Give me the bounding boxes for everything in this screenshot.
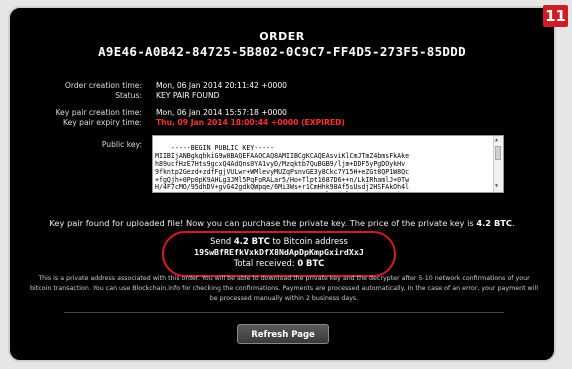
purchase-price: 4.2 BTC: [476, 218, 513, 228]
scroll-down-icon[interactable]: ▼: [495, 183, 498, 191]
order-heading: ORDER: [259, 30, 305, 43]
purchase-message: Key pair found for uploaded file! Now yo…: [10, 218, 554, 228]
info-label: Status:: [115, 91, 142, 100]
received-line: Total received: 0 BTC: [167, 258, 391, 269]
public-key-label: Public key:: [101, 140, 142, 149]
send-suffix: to Bitcoin address: [269, 236, 348, 246]
divider: [64, 312, 504, 313]
info-label: Key pair expiry time:: [62, 118, 142, 127]
info-value: KEY PAIR FOUND: [156, 91, 220, 100]
info-label: Order creation time:: [64, 81, 142, 90]
public-key-textarea[interactable]: -----BEGIN PUBLIC KEY----- MIIBIjANBgkqh…: [152, 135, 504, 193]
refresh-page-button[interactable]: Refresh Page: [237, 324, 329, 344]
send-prefix: Send: [210, 236, 234, 246]
bitcoin-payment-box: Send 4.2 BTC to Bitcoin address 19SwBfRE…: [167, 236, 391, 273]
bitcoin-address[interactable]: 19SwBfREfkVxkDfX8NdApDpKmpGxirdXxJ: [167, 247, 391, 258]
info-value: Mon, 06 Jan 2014 15:57:18 +0000: [156, 108, 287, 117]
order-id: A9E46-A0B42-84725-5B802-0C9C7-FF4D5-273F…: [98, 44, 466, 59]
received-value: 0 BTC: [297, 258, 325, 268]
send-amount: 4.2 BTC: [233, 236, 270, 246]
scroll-up-icon[interactable]: ▲: [495, 137, 498, 145]
expired-value: Thu, 09 Jan 2014 18:00:44 +0000 (EXPIRED…: [156, 118, 345, 127]
step-badge: 11: [543, 5, 568, 27]
received-label: Total received:: [233, 258, 298, 268]
public-key-scrollbar[interactable]: ▲ ▼: [493, 136, 503, 192]
info-label: Key pair creation time:: [55, 108, 142, 117]
purchase-message-text: Key pair found for uploaded file! Now yo…: [49, 218, 477, 228]
scroll-thumb[interactable]: [495, 146, 501, 160]
payment-notice: This is a private address associated wit…: [30, 275, 538, 302]
purchase-message-end: .: [512, 218, 515, 228]
info-value: Mon, 06 Jan 2014 20:11:42 +0000: [156, 81, 287, 90]
send-line: Send 4.2 BTC to Bitcoin address: [167, 236, 391, 247]
order-panel: ORDER A9E46-A0B42-84725-5B802-0C9C7-FF4D…: [8, 6, 556, 362]
public-key-text: -----BEGIN PUBLIC KEY----- MIIBIjANBgkqh…: [155, 143, 410, 192]
